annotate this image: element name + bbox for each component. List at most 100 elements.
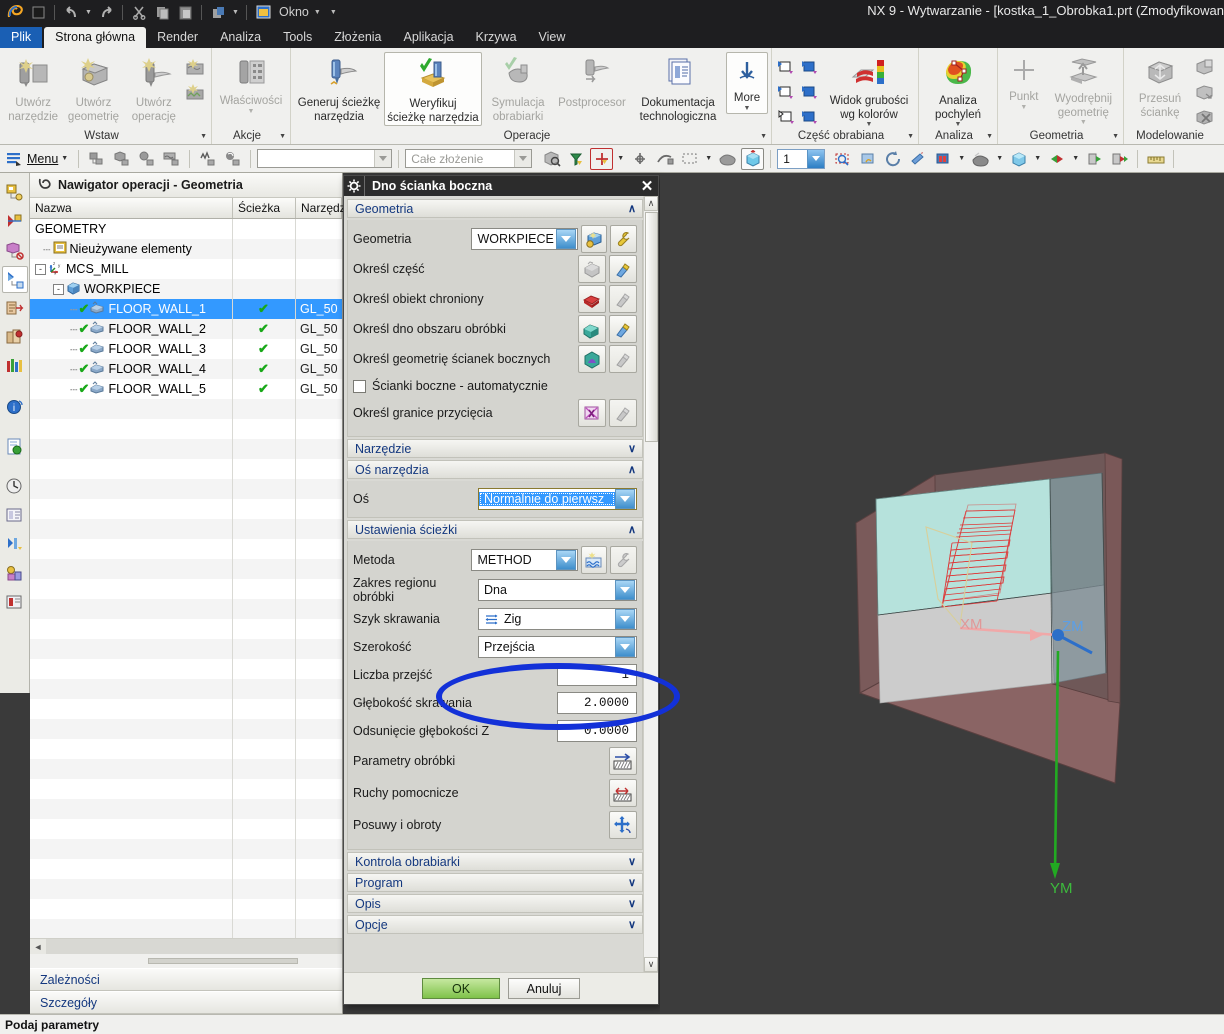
num-passes-input[interactable]: 1 bbox=[557, 664, 637, 686]
stop-icon[interactable] bbox=[27, 2, 49, 22]
auto-walls-checkbox[interactable] bbox=[353, 379, 366, 393]
resource-constraint-navigator[interactable] bbox=[2, 208, 28, 235]
resource-part-navigator[interactable] bbox=[2, 237, 28, 264]
layer-spinner[interactable]: 1 bbox=[777, 148, 826, 169]
generate-toolpath-button[interactable]: Generuj ścieżkę narzędzia bbox=[294, 52, 384, 124]
extract-geometry-button[interactable]: Wyodrębnij geometrię ▼ bbox=[1047, 52, 1120, 126]
more-operations-button[interactable]: More ▼ bbox=[726, 52, 768, 114]
section-header-os-narzedzia[interactable]: Oś narzędzia ∧ bbox=[347, 460, 643, 479]
scroll-down-icon[interactable]: ∨ bbox=[644, 957, 658, 972]
close-icon[interactable]: ✕ bbox=[636, 177, 658, 195]
splitter-grip[interactable] bbox=[148, 958, 298, 964]
panel-szczegoly[interactable]: Szczegóły bbox=[30, 991, 342, 1014]
operation-tree[interactable]: GEOMETRY ┄ Nieużywane elementy - z y x M… bbox=[30, 219, 342, 938]
chevron-up-icon[interactable]: ∧ bbox=[628, 202, 636, 215]
edit-geometry-button[interactable] bbox=[580, 225, 608, 253]
cad-model[interactable]: XM ZM YM bbox=[660, 173, 1224, 1014]
zoom-icon[interactable] bbox=[906, 148, 929, 170]
section-header-geometria[interactable]: Geometria ∧ bbox=[347, 199, 643, 218]
show-hide-icon[interactable] bbox=[1045, 148, 1068, 170]
resource-process-studio[interactable] bbox=[2, 531, 28, 558]
akcje-expand-icon[interactable]: ▼ bbox=[279, 133, 286, 140]
chevron-down-icon[interactable]: ∨ bbox=[628, 855, 636, 868]
paste-special-dropdown-icon[interactable]: ▼ bbox=[230, 2, 241, 22]
create-tool-button[interactable]: Utwórz narzędzie bbox=[3, 52, 63, 124]
measure-icon[interactable] bbox=[1144, 148, 1167, 170]
copy-icon[interactable] bbox=[151, 2, 173, 22]
point-dropdown-icon[interactable]: ▼ bbox=[1020, 104, 1027, 111]
machine-tool-view-icon[interactable] bbox=[135, 148, 158, 170]
create-operation-button[interactable]: Utwórz operację bbox=[124, 52, 184, 124]
cut-icon[interactable] bbox=[128, 2, 150, 22]
method-dropdown-icon[interactable] bbox=[555, 550, 576, 570]
show-all-icon[interactable] bbox=[1108, 148, 1131, 170]
graphics-viewport[interactable]: XM ZM YM bbox=[660, 173, 1224, 1014]
layer-dropdown-icon[interactable] bbox=[807, 149, 825, 168]
color-mode-icon[interactable] bbox=[1007, 148, 1030, 170]
select-check-button[interactable] bbox=[609, 285, 637, 313]
geometry-combo[interactable]: WORKPIECE bbox=[471, 228, 578, 250]
cut-region-combo[interactable]: Dna bbox=[478, 579, 637, 601]
program-order-view-icon[interactable] bbox=[196, 148, 219, 170]
resource-palettes[interactable] bbox=[2, 589, 28, 616]
show-hide-dropdown-icon[interactable]: ▼ bbox=[1070, 148, 1081, 170]
more-dropdown-icon[interactable]: ▼ bbox=[744, 105, 751, 112]
stepover-combo[interactable]: Przejścia bbox=[478, 636, 637, 658]
navigator-horizontal-scrollbar[interactable]: ◄ bbox=[30, 938, 342, 954]
table-row[interactable]: ┄ ✔ FLOOR_WALL_5 ✔ GL_50 bbox=[30, 379, 342, 399]
ipw-hide-icon[interactable] bbox=[799, 56, 823, 78]
panel-zaleznosci[interactable]: Zależności bbox=[30, 968, 342, 991]
resource-reuse-library[interactable] bbox=[2, 295, 28, 322]
orientation-icon[interactable] bbox=[931, 148, 954, 170]
method-wrench-button[interactable] bbox=[610, 546, 637, 574]
geometry-wrench-button[interactable] bbox=[610, 225, 637, 253]
tab-analiza[interactable]: Analiza bbox=[209, 27, 272, 49]
section-header-opis[interactable]: Opis ∨ bbox=[347, 894, 643, 913]
chevron-down-icon[interactable]: ∨ bbox=[628, 897, 636, 910]
chevron-down-icon[interactable]: ∨ bbox=[628, 918, 636, 931]
ipw-reset-icon[interactable] bbox=[775, 106, 799, 128]
extract-geometry-dropdown-icon[interactable]: ▼ bbox=[1080, 119, 1087, 126]
non-cutting-moves-button[interactable] bbox=[609, 779, 637, 807]
table-row[interactable]: ┄ ✔ FLOOR_WALL_3 ✔ GL_50 bbox=[30, 339, 342, 359]
tab-plik[interactable]: Plik bbox=[0, 26, 43, 48]
resource-web-browser[interactable] bbox=[2, 433, 28, 460]
tab-krzywa[interactable]: Krzywa bbox=[465, 27, 528, 49]
method-view-icon[interactable] bbox=[160, 148, 183, 170]
resource-manufacturing-wizards[interactable] bbox=[2, 353, 28, 380]
scroll-up-icon[interactable]: ∧ bbox=[644, 196, 658, 211]
verify-toolpath-button[interactable]: Weryfikuj ścieżkę narzędzia bbox=[384, 52, 482, 127]
create-method-icon[interactable] bbox=[184, 56, 208, 78]
resize-face-icon[interactable] bbox=[1193, 81, 1217, 103]
selection-filter-combo[interactable] bbox=[257, 149, 393, 168]
chevron-down-icon[interactable]: ∨ bbox=[628, 442, 636, 455]
resource-operation-navigator[interactable] bbox=[1, 266, 28, 293]
table-row[interactable]: ┄ ✔ FLOOR_WALL_1 ✔ GL_50 bbox=[30, 299, 342, 319]
geometry-view-icon[interactable] bbox=[110, 148, 133, 170]
table-row[interactable]: GEOMETRY bbox=[30, 219, 342, 239]
redo-icon[interactable] bbox=[95, 2, 117, 22]
menu-button[interactable]: Menu ▼ bbox=[3, 150, 72, 168]
tab-view[interactable]: View bbox=[528, 27, 577, 49]
draft-analysis-button[interactable]: Analiza pochyleń ▼ bbox=[922, 52, 994, 128]
section-header-ustawienia-sciezki[interactable]: Ustawienia ścieżki ∧ bbox=[347, 520, 643, 539]
snap-point-dropdown-icon[interactable]: ▼ bbox=[615, 148, 626, 170]
rectangle-select-dropdown-icon[interactable]: ▼ bbox=[703, 148, 714, 170]
selection-filter-icon[interactable] bbox=[565, 148, 588, 170]
move-face-button[interactable]: Przesuń ściankę bbox=[1127, 52, 1193, 120]
scroll-thumb[interactable] bbox=[644, 212, 658, 442]
auto-walls-row[interactable]: Ścianki boczne - automatycznie bbox=[353, 375, 637, 397]
orientation-dropdown-icon[interactable]: ▼ bbox=[956, 148, 967, 170]
column-header-narzedzie[interactable]: Narzędz bbox=[296, 198, 346, 218]
copy-face-icon[interactable] bbox=[1193, 56, 1217, 78]
dialog-vertical-scrollbar[interactable]: ∧ ∨ bbox=[643, 196, 658, 972]
section-header-narzedzie[interactable]: Narzędzie ∨ bbox=[347, 439, 643, 458]
chevron-up-icon[interactable]: ∧ bbox=[628, 523, 636, 536]
delete-face-icon[interactable] bbox=[1193, 106, 1217, 128]
select-part-button[interactable] bbox=[609, 255, 637, 283]
resource-history[interactable] bbox=[2, 473, 28, 500]
feeds-speeds-button[interactable] bbox=[609, 811, 637, 839]
cut-region-dropdown-icon[interactable] bbox=[615, 580, 635, 600]
geometria-expand-icon[interactable]: ▼ bbox=[1112, 133, 1119, 140]
specify-check-button[interactable] bbox=[578, 285, 606, 313]
